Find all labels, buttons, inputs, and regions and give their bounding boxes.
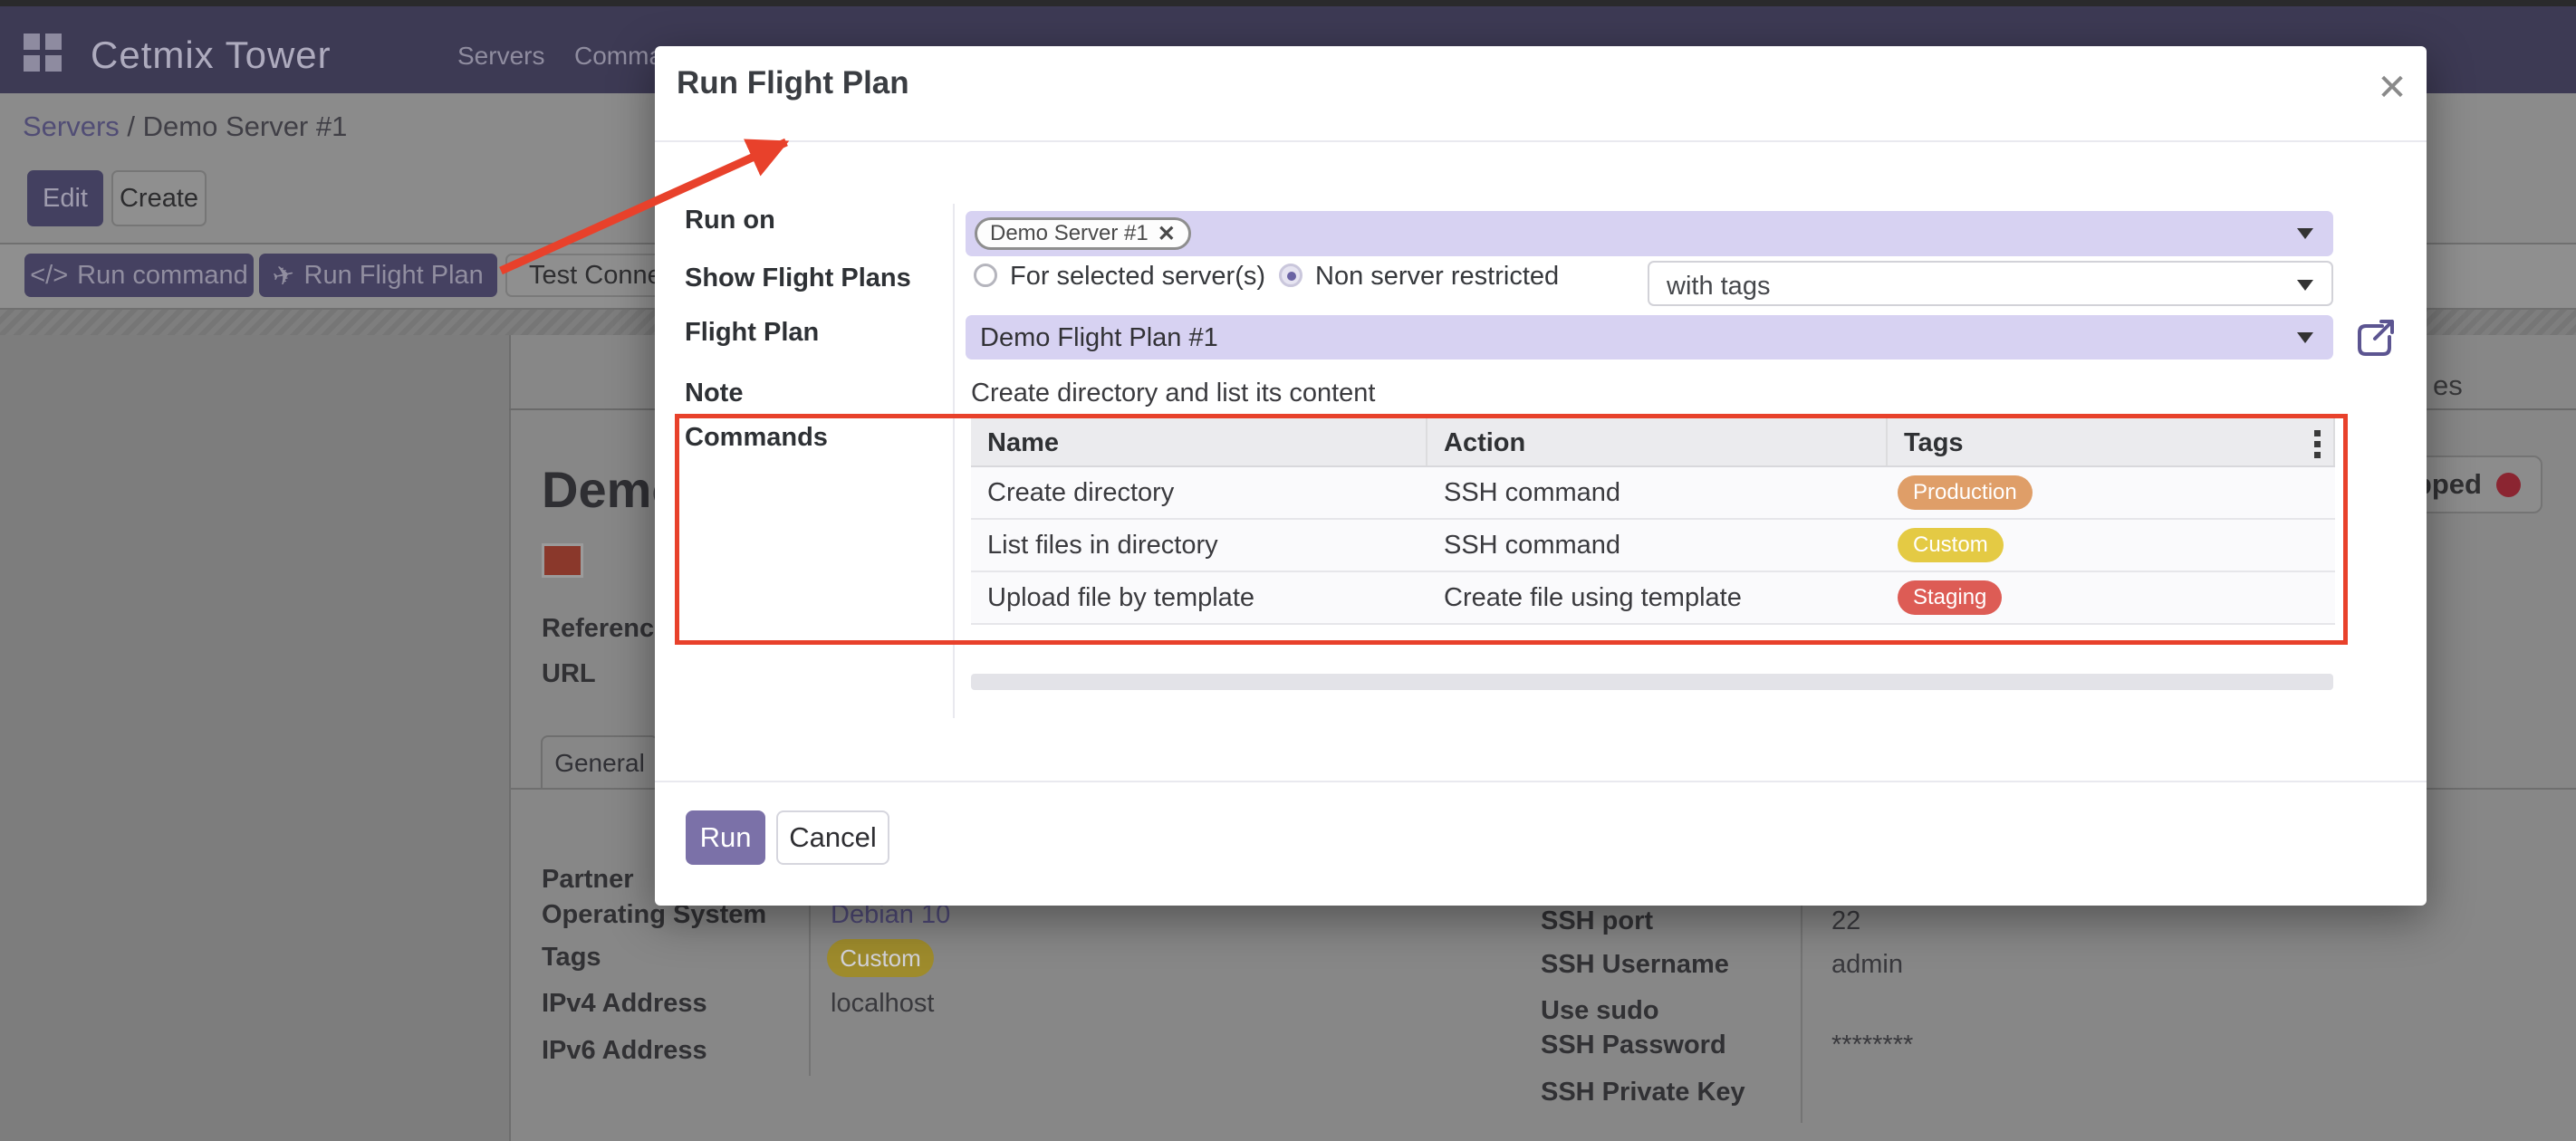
field-label-ssh-port: SSH port xyxy=(1541,906,1653,936)
edit-button[interactable]: Edit xyxy=(27,170,103,226)
dialog-title: Run Flight Plan xyxy=(677,65,909,101)
horizontal-scrollbar[interactable] xyxy=(971,674,2333,690)
tag-badge-staging: Staging xyxy=(1898,580,2002,615)
field-label-ssh-username: SSH Username xyxy=(1541,950,1729,980)
tag-badge-production: Production xyxy=(1898,475,2033,510)
note-value: Create directory and list its content xyxy=(971,379,1375,408)
chevron-down-icon xyxy=(2297,280,2313,291)
chevron-down-icon xyxy=(2297,228,2313,239)
kebab-menu-icon[interactable] xyxy=(2314,430,2321,458)
dialog-footer-divider xyxy=(655,781,2427,782)
chevron-down-icon xyxy=(2297,332,2313,343)
label-commands: Commands xyxy=(685,423,828,453)
label-note: Note xyxy=(685,379,743,408)
apps-grid-icon[interactable] xyxy=(24,34,63,73)
with-tags-select[interactable]: with tags xyxy=(1648,261,2333,306)
tag-badge-custom: Custom xyxy=(1898,528,2004,562)
radio-for-selected-servers[interactable] xyxy=(974,264,997,287)
tag-custom-badge: Custom xyxy=(827,939,934,977)
form-column-divider xyxy=(953,204,955,718)
field-label-ipv6: IPv6 Address xyxy=(542,1036,707,1066)
plane-icon: ✈ xyxy=(270,257,298,292)
table-row[interactable]: List files in directory SSH command Cust… xyxy=(971,520,2335,572)
run-command-button[interactable]: </> Run command xyxy=(24,254,254,297)
browser-top-strip xyxy=(0,0,2576,6)
field-label-use-sudo: Use sudo xyxy=(1541,996,1659,1026)
brand-title[interactable]: Cetmix Tower xyxy=(91,34,332,77)
radio-non-server-restricted[interactable] xyxy=(1279,264,1302,287)
label-run-on: Run on xyxy=(685,206,775,235)
field-label-reference: Reference xyxy=(542,614,668,644)
close-icon[interactable]: ✕ xyxy=(2367,62,2417,113)
tab-general[interactable]: General xyxy=(541,735,658,790)
field-label-ssh-private-key: SSH Private Key xyxy=(1541,1078,1745,1107)
table-row[interactable]: Upload file by template Create file usin… xyxy=(971,572,2335,625)
commands-table-header: Name Action Tags xyxy=(971,418,2335,467)
tag-remove-icon[interactable]: ✕ xyxy=(1158,221,1176,247)
cancel-button[interactable]: Cancel xyxy=(776,810,889,865)
field-label-ipv4: IPv4 Address xyxy=(542,989,707,1019)
radio-label-non-server-restricted[interactable]: Non server restricted xyxy=(1315,262,1559,292)
breadcrumb-current: / Demo Server #1 xyxy=(120,110,348,142)
run-flight-plan-dialog: Run Flight Plan ✕ Run on Show Flight Pla… xyxy=(655,46,2427,906)
flight-plan-select[interactable]: Demo Flight Plan #1 xyxy=(966,315,2333,360)
external-link-icon[interactable] xyxy=(2355,319,2397,363)
field-value-ipv4: localhost xyxy=(831,989,934,1019)
code-icon: </> xyxy=(30,261,68,291)
breadcrumb-servers-link[interactable]: Servers xyxy=(23,110,120,142)
table-row[interactable]: Create directory SSH command Production xyxy=(971,467,2335,520)
label-flight-plan: Flight Plan xyxy=(685,318,819,348)
label-show-flight-plans: Show Flight Plans xyxy=(685,264,911,293)
create-button[interactable]: Create xyxy=(111,170,207,226)
field-label-url: URL xyxy=(542,659,596,689)
field-label-tags: Tags xyxy=(542,943,601,973)
field-value-ssh-username: admin xyxy=(1831,950,1903,980)
dialog-header-divider xyxy=(655,140,2427,142)
card-header-button-fragment[interactable]: es xyxy=(2433,369,2463,402)
radio-label-for-selected-servers[interactable]: For selected server(s) xyxy=(1010,262,1265,292)
run-button[interactable]: Run xyxy=(686,810,765,865)
run-on-field[interactable]: Demo Server #1 ✕ xyxy=(966,211,2333,256)
field-value-ssh-port: 22 xyxy=(1831,906,1860,936)
nav-item-servers[interactable]: Servers xyxy=(457,42,544,71)
server-tag-pill[interactable]: Demo Server #1 ✕ xyxy=(975,217,1191,250)
right-group-divider xyxy=(1801,902,1802,1123)
field-label-partner: Partner xyxy=(542,865,634,895)
server-color-swatch[interactable] xyxy=(542,543,583,578)
run-flight-plan-button[interactable]: ✈ Run Flight Plan xyxy=(259,254,497,297)
column-header-name[interactable]: Name xyxy=(971,418,1427,465)
field-value-ssh-password: ******** xyxy=(1831,1031,1913,1060)
commands-table: Name Action Tags Create directory SSH co… xyxy=(971,418,2335,625)
breadcrumb: Servers / Demo Server #1 xyxy=(23,110,347,143)
column-header-action[interactable]: Action xyxy=(1427,418,1888,465)
field-label-ssh-password: SSH Password xyxy=(1541,1031,1726,1060)
status-dot-icon xyxy=(2496,473,2521,497)
column-header-tags[interactable]: Tags xyxy=(1888,418,2335,465)
